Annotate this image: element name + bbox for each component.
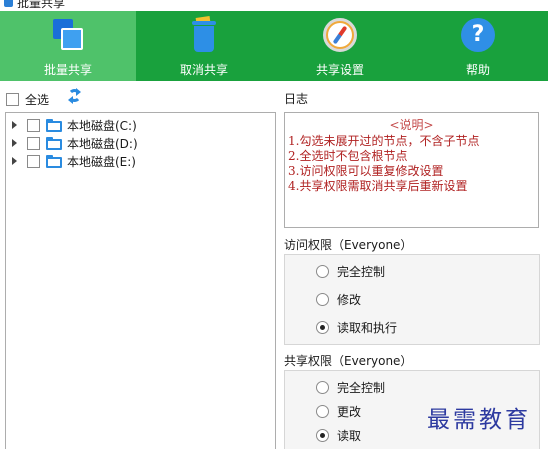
radio-button[interactable] <box>316 293 329 306</box>
radio-label: 读取 <box>337 429 362 443</box>
access-permission-group: 完全控制 修改 读取和执行 <box>284 254 540 345</box>
log-line: 4.共享权限需取消共享后重新设置 <box>288 179 468 193</box>
access-option-modify[interactable]: 修改 <box>316 291 361 308</box>
app-icon <box>4 0 13 7</box>
settings-pane: 日志 <说明> 1.勾选未展开过的节点，不含子节点 2.全选时不包含根节点 3.… <box>283 81 548 449</box>
tree-node-d[interactable]: 本地磁盘(D:) <box>6 134 266 152</box>
folder-icon <box>46 136 62 150</box>
watermark: 最需教育 <box>427 407 531 433</box>
tree-node-c[interactable]: 本地磁盘(C:) <box>6 116 266 134</box>
expand-arrow-icon[interactable] <box>12 157 17 165</box>
share-settings-label: 共享设置 <box>315 63 364 77</box>
refresh-icon[interactable] <box>67 88 82 104</box>
radio-label: 修改 <box>337 293 362 307</box>
batch-share-icon <box>50 17 86 53</box>
cancel-share-button[interactable]: 取消共享 <box>136 11 272 81</box>
radio-label: 读取和执行 <box>337 321 398 335</box>
node-checkbox[interactable] <box>27 136 40 150</box>
radio-button[interactable] <box>316 265 329 278</box>
expand-arrow-icon[interactable] <box>12 139 17 147</box>
expand-arrow-icon[interactable] <box>12 121 17 129</box>
radio-label: 完全控制 <box>337 381 386 395</box>
radio-button-selected[interactable] <box>316 429 329 442</box>
help-button[interactable]: ? 帮助 <box>408 11 548 81</box>
node-checkbox[interactable] <box>27 118 40 132</box>
share-permission-title: 共享权限（Everyone） <box>284 354 413 368</box>
help-icon: ? <box>460 17 496 53</box>
trash-icon <box>186 16 222 53</box>
drive-pane: 全选 本地磁盘(C:) 本地磁盘(D:) 本地磁盘(E:) <box>0 81 276 449</box>
compass-icon <box>322 17 358 53</box>
batch-share-button[interactable]: 批量共享 <box>0 11 136 81</box>
select-all-label: 全选 <box>25 93 50 107</box>
help-label: 帮助 <box>465 63 490 77</box>
drive-tree[interactable]: 本地磁盘(C:) 本地磁盘(D:) 本地磁盘(E:) <box>5 112 276 449</box>
log-heading: <说明> <box>389 118 434 132</box>
node-label: 本地磁盘(D:) <box>67 136 138 151</box>
share-option-full-control[interactable]: 完全控制 <box>316 379 385 396</box>
cancel-share-label: 取消共享 <box>179 63 228 77</box>
title-bar: 批量共享 <box>0 0 548 11</box>
select-all-checkbox[interactable]: 全选 <box>6 91 49 108</box>
folder-icon <box>46 154 62 168</box>
radio-button[interactable] <box>316 405 329 418</box>
access-permission-title: 访问权限（Everyone） <box>284 238 413 252</box>
toolbar: 批量共享 取消共享 共享设置 ? 帮助 <box>0 11 548 81</box>
node-checkbox[interactable] <box>27 154 40 168</box>
log-title: 日志 <box>284 92 309 106</box>
radio-button[interactable] <box>316 381 329 394</box>
share-option-change[interactable]: 更改 <box>316 403 361 420</box>
folder-icon <box>46 118 62 132</box>
node-label: 本地磁盘(E:) <box>67 154 136 169</box>
log-box[interactable]: <说明> 1.勾选未展开过的节点，不含子节点 2.全选时不包含根节点 3.访问权… <box>284 112 539 228</box>
radio-button-selected[interactable] <box>316 321 329 334</box>
window-title: 批量共享 <box>17 0 66 10</box>
share-option-read[interactable]: 读取 <box>316 427 361 444</box>
access-option-read-execute[interactable]: 读取和执行 <box>316 319 397 336</box>
tree-node-e[interactable]: 本地磁盘(E:) <box>6 152 266 170</box>
batch-share-label: 批量共享 <box>43 63 92 77</box>
node-label: 本地磁盘(C:) <box>67 118 137 133</box>
share-settings-button[interactable]: 共享设置 <box>272 11 408 81</box>
radio-label: 更改 <box>337 405 362 419</box>
select-all-box[interactable] <box>6 93 19 106</box>
radio-label: 完全控制 <box>337 265 386 279</box>
access-option-full-control[interactable]: 完全控制 <box>316 263 385 280</box>
